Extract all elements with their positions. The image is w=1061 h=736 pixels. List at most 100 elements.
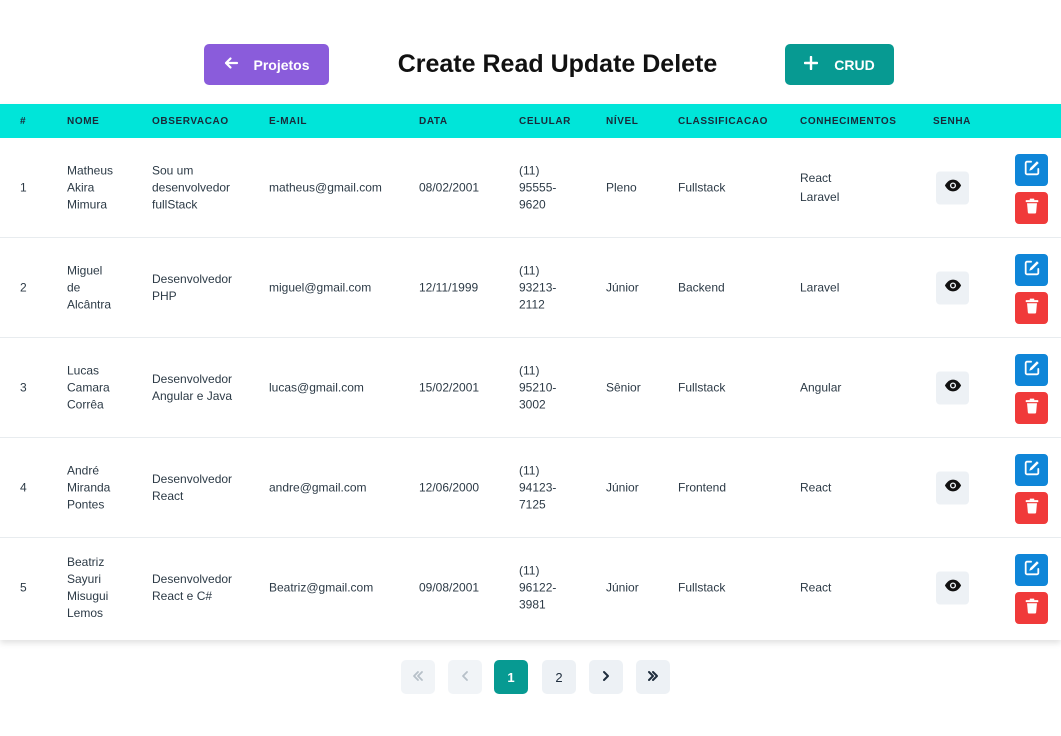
crud-button[interactable]: CRUD	[785, 44, 894, 85]
cell-conhecimentos: Laravel	[800, 278, 839, 297]
cell-obs: Desenvolvedor Angular e Java	[152, 371, 232, 405]
plus-icon	[804, 55, 819, 73]
cell-id: 2	[20, 280, 27, 294]
cell-email: matheus@gmail.com	[269, 180, 382, 194]
chevron-left-icon	[459, 670, 471, 685]
edit-button[interactable]	[1015, 154, 1048, 186]
show-password-button[interactable]	[936, 371, 969, 404]
cell-id: 5	[20, 580, 27, 595]
cell-line: 94123-	[519, 480, 557, 494]
cell-celular: (11) 93213- 2112	[519, 262, 556, 313]
cell-line: Sou um	[152, 163, 194, 177]
eye-icon	[944, 176, 962, 199]
edit-button[interactable]	[1015, 354, 1048, 386]
cell-nome: André Miranda Pontes	[67, 462, 110, 513]
projetos-button[interactable]: Projetos	[204, 44, 329, 85]
page-button-2[interactable]: 2	[542, 660, 576, 694]
cell-line: 9620	[519, 197, 546, 211]
cell-line: Desenvolvedor	[152, 471, 233, 486]
cell-line: (11)	[519, 363, 540, 377]
eye-icon	[944, 577, 962, 600]
next-page-button[interactable]	[589, 660, 623, 694]
cell-line: Matheus	[67, 163, 114, 177]
cell-id: 3	[20, 380, 27, 394]
crud-button-label: CRUD	[834, 56, 875, 73]
cell-celular: (11) 94123- 7125	[519, 462, 556, 513]
cell-nome: Beatriz Sayuri Misugui Lemos	[67, 554, 108, 622]
page-button-1[interactable]: 1	[494, 660, 528, 694]
cell-line: 3002	[519, 397, 546, 411]
cell-data: 08/02/2001	[419, 180, 480, 194]
cell-line: Camara	[67, 380, 110, 394]
cell-nivel: Sênior	[606, 380, 641, 394]
cell-obs: Desenvolvedor React	[152, 471, 232, 505]
delete-button[interactable]	[1015, 492, 1048, 524]
cell-nivel: Júnior	[606, 580, 639, 595]
cell-line: (11)	[519, 163, 540, 177]
cell-line: 95555-	[519, 180, 557, 194]
cell-line: de	[67, 280, 81, 294]
column-header-senha: SENHA	[933, 116, 972, 127]
cell-line: Laravel	[800, 280, 840, 294]
cell-obs: Sou um desenvolvedor fullStack	[152, 162, 230, 213]
column-header-data: DATA	[419, 116, 448, 127]
cell-nome: Matheus Akira Mimura	[67, 162, 113, 213]
eye-icon	[944, 276, 962, 299]
cell-line: PHP	[152, 288, 177, 303]
column-header-observacao: OBSERVACAO	[152, 116, 229, 127]
double-chevron-right-icon	[647, 670, 659, 685]
edit-icon	[1023, 259, 1041, 282]
cell-nome: Lucas Camara Corrêa	[67, 362, 110, 413]
cell-line: Angular e Java	[152, 388, 233, 403]
cell-line: 96122-	[519, 580, 557, 595]
cell-data: 09/08/2001	[419, 580, 480, 595]
table-row: 3 Lucas Camara Corrêa Desenvolvedor Angular e…	[0, 338, 1061, 438]
cell-data: 12/06/2000	[419, 480, 480, 494]
cell-line: Desenvolvedor	[152, 572, 233, 586]
table-row: 4 André Miranda Pontes Desenvolvedor React and…	[0, 438, 1061, 538]
edit-button[interactable]	[1015, 554, 1048, 586]
cell-line: Akira	[67, 180, 95, 194]
cell-conhecimentos: React	[800, 579, 831, 598]
cell-line: desenvolvedor	[152, 180, 231, 194]
edit-button[interactable]	[1015, 454, 1048, 486]
cell-classificacao: Fullstack	[678, 380, 726, 394]
chevron-right-icon	[600, 670, 612, 685]
cell-celular: (11) 95210- 3002	[519, 362, 556, 413]
delete-button[interactable]	[1015, 592, 1048, 624]
cell-data: 15/02/2001	[419, 380, 480, 394]
eye-icon	[944, 476, 962, 499]
prev-page-button[interactable]	[448, 660, 482, 694]
page-title: Create Read Update Delete	[397, 50, 718, 78]
edit-icon	[1023, 359, 1041, 382]
column-header-celular: CELULAR	[519, 116, 571, 127]
cell-nivel: Júnior	[606, 480, 639, 494]
delete-button[interactable]	[1015, 392, 1048, 424]
cell-email: miguel@gmail.com	[269, 280, 372, 294]
delete-button[interactable]	[1015, 192, 1048, 224]
last-page-button[interactable]	[636, 660, 670, 694]
edit-button[interactable]	[1015, 254, 1048, 286]
eye-icon	[944, 376, 962, 399]
show-password-button[interactable]	[936, 171, 969, 204]
cell-line: Misugui	[67, 589, 109, 603]
first-page-button[interactable]	[401, 660, 435, 694]
cell-line: (11)	[519, 263, 540, 277]
column-header-id: #	[20, 116, 27, 127]
cell-nivel: Pleno	[606, 180, 637, 194]
cell-classificacao: Backend	[678, 280, 725, 294]
delete-button[interactable]	[1015, 292, 1048, 324]
cell-line: 95210-	[519, 380, 557, 394]
show-password-button[interactable]	[936, 271, 969, 304]
trash-icon	[1023, 197, 1041, 220]
column-header-nivel: NÍVEL	[606, 116, 639, 127]
show-password-button[interactable]	[936, 471, 969, 504]
arrow-left-icon	[223, 55, 239, 74]
cell-email: lucas@gmail.com	[269, 380, 364, 394]
table-row: 2 Miguel de Alcântra Desenvolvedor PHP miguel@…	[0, 238, 1061, 338]
show-password-button[interactable]	[936, 571, 969, 605]
cell-line: React	[800, 580, 832, 595]
projetos-button-label: Projetos	[253, 56, 310, 73]
edit-icon	[1023, 559, 1041, 582]
cell-line: 7125	[519, 497, 546, 511]
